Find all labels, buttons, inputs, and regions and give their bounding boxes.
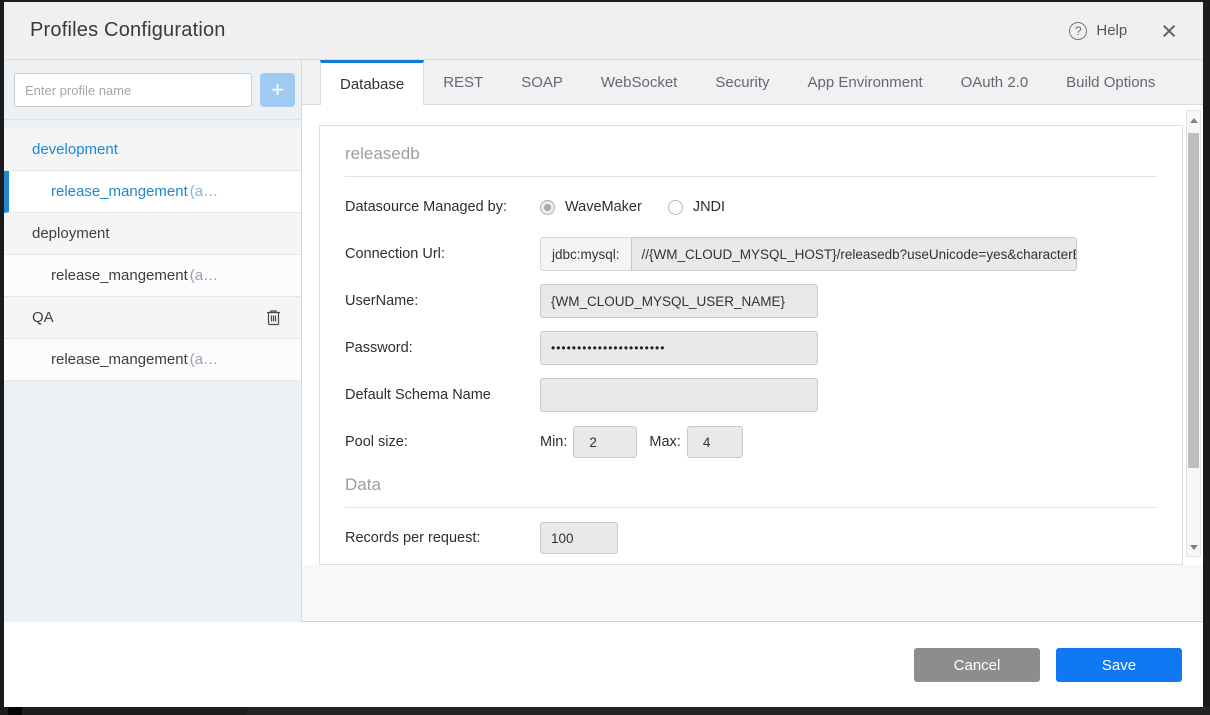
section-title-data: Data	[345, 475, 1157, 495]
radio-jndi[interactable]	[668, 200, 683, 215]
username-input[interactable]: {WM_CLOUD_MYSQL_USER_NAME}	[540, 284, 818, 318]
records-label: Records per request:	[345, 530, 540, 546]
jdbc-prefix: jdbc:mysql:	[540, 237, 631, 271]
vertical-scrollbar[interactable]	[1186, 110, 1201, 557]
profile-group-development[interactable]: development	[4, 129, 301, 171]
section-divider	[345, 176, 1157, 177]
tab-rest[interactable]: REST	[424, 60, 502, 104]
section-title-releasedb: releasedb	[345, 144, 1157, 164]
username-label: UserName:	[345, 293, 540, 309]
scrollbar-thumb[interactable]	[1188, 133, 1199, 468]
pool-min-input[interactable]: 2	[573, 426, 637, 458]
profiles-sidebar: + development release_mangement (a… depl…	[4, 60, 302, 622]
tab-oauth[interactable]: OAuth 2.0	[942, 60, 1048, 104]
profile-suffix: (a…	[190, 351, 218, 368]
profile-name-input[interactable]	[14, 73, 252, 107]
cancel-button[interactable]: Cancel	[914, 648, 1040, 682]
database-form-panel: releasedb Datasource Managed by: WaveMak…	[319, 125, 1183, 565]
profile-label: release_mangement	[51, 183, 188, 200]
save-button[interactable]: Save	[1056, 648, 1182, 682]
backdrop-bottom-strip	[0, 707, 1210, 715]
profile-group-qa[interactable]: QA	[4, 297, 301, 339]
datasource-row: Datasource Managed by: WaveMaker JNDI	[345, 190, 1157, 224]
password-label: Password:	[345, 340, 540, 356]
config-tabs: Database REST SOAP WebSocket Security Ap…	[302, 60, 1203, 105]
pool-max-input[interactable]: 4	[687, 426, 743, 458]
close-icon[interactable]: ×	[1161, 21, 1177, 41]
tab-websocket[interactable]: WebSocket	[582, 60, 696, 104]
radio-wavemaker[interactable]	[540, 200, 555, 215]
dialog-body: + development release_mangement (a… depl…	[4, 60, 1203, 622]
tab-content-viewport: releasedb Datasource Managed by: WaveMak…	[302, 105, 1203, 565]
profile-label: development	[32, 141, 118, 158]
profile-label: QA	[32, 309, 54, 326]
radio-jndi-label: JNDI	[693, 199, 725, 215]
records-input[interactable]: 100	[540, 522, 618, 554]
page-title: Profiles Configuration	[30, 19, 226, 42]
add-profile-button[interactable]: +	[260, 73, 295, 107]
connection-url-row: Connection Url: jdbc:mysql: //{WM_CLOUD_…	[345, 237, 1157, 271]
section-divider	[345, 507, 1157, 508]
records-row: Records per request: 100	[345, 521, 1157, 555]
pool-size-label: Pool size:	[345, 434, 540, 450]
username-row: UserName: {WM_CLOUD_MYSQL_USER_NAME}	[345, 284, 1157, 318]
datasource-label: Datasource Managed by:	[345, 199, 540, 215]
password-row: Password: ••••••••••••••••••••••	[345, 331, 1157, 365]
schema-input[interactable]	[540, 378, 818, 412]
profile-label: release_mangement	[51, 267, 188, 284]
profile-item-release-mangement-selected[interactable]: release_mangement (a…	[4, 171, 301, 213]
profile-item-release-mangement[interactable]: release_mangement (a…	[4, 339, 301, 381]
profile-group-deployment[interactable]: deployment	[4, 213, 301, 255]
tab-build-options[interactable]: Build Options	[1047, 60, 1174, 104]
tab-app-environment[interactable]: App Environment	[789, 60, 942, 104]
profile-suffix: (a…	[190, 267, 218, 284]
delete-profile-button[interactable]	[266, 309, 281, 326]
trash-icon	[266, 309, 281, 326]
radio-wavemaker-label: WaveMaker	[565, 199, 642, 215]
profile-suffix: (a…	[190, 183, 218, 200]
datasource-radio-group: WaveMaker JNDI	[540, 199, 741, 215]
profile-item-release-mangement[interactable]: release_mangement (a…	[4, 255, 301, 297]
password-input[interactable]: ••••••••••••••••••••••	[540, 331, 818, 365]
profile-add-row: +	[4, 60, 301, 120]
dialog-footer: Cancel Save	[4, 622, 1203, 707]
pool-max-label: Max:	[649, 434, 680, 450]
profile-list: development release_mangement (a… deploy…	[4, 129, 301, 381]
tab-security[interactable]: Security	[696, 60, 788, 104]
help-icon[interactable]: ?	[1069, 22, 1087, 40]
help-button[interactable]: Help	[1096, 22, 1127, 39]
scroll-up-arrow[interactable]	[1187, 113, 1200, 127]
tab-soap[interactable]: SOAP	[502, 60, 582, 104]
schema-label: Default Schema Name	[345, 387, 540, 403]
header-actions: ? Help ×	[1069, 21, 1177, 41]
schema-row: Default Schema Name	[345, 378, 1157, 412]
main-content: Database REST SOAP WebSocket Security Ap…	[302, 60, 1203, 622]
pool-min-label: Min:	[540, 434, 567, 450]
dialog-header: Profiles Configuration ? Help ×	[4, 2, 1203, 60]
panel-footer-strip	[302, 565, 1203, 622]
tab-database[interactable]: Database	[320, 60, 424, 105]
connection-url-label: Connection Url:	[345, 246, 540, 262]
profile-label: deployment	[32, 225, 110, 242]
profile-label: release_mangement	[51, 351, 188, 368]
profiles-configuration-dialog: Profiles Configuration ? Help × + develo…	[4, 2, 1203, 707]
scroll-down-arrow[interactable]	[1187, 540, 1200, 554]
connection-url-input[interactable]: //{WM_CLOUD_MYSQL_HOST}/releasedb?useUni…	[631, 237, 1077, 271]
pool-size-row: Pool size: Min: 2 Max: 4	[345, 425, 1157, 459]
